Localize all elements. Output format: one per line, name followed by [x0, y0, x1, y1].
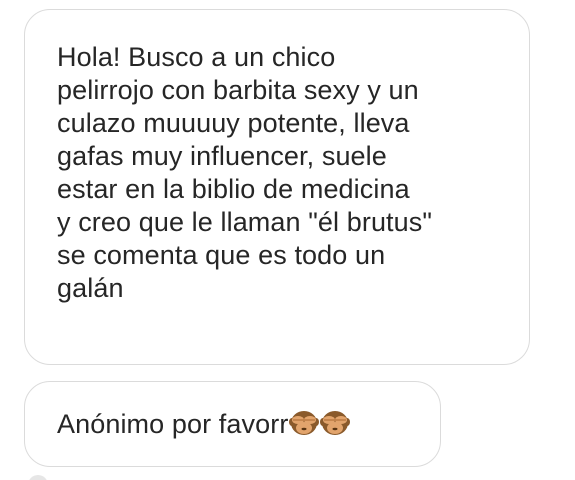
message-line: pelirrojo con barbita sexy y un [57, 75, 419, 105]
avatar[interactable] [28, 475, 48, 480]
message-line: se comenta que es todo un [57, 240, 386, 270]
message-line: Hola! Busco a un chico [57, 42, 336, 72]
see-no-evil-monkey-icon [320, 409, 351, 444]
message-line: galán [57, 273, 124, 303]
message-line: gafas muy influencer, suele [57, 141, 387, 171]
see-no-evil-monkey-icon [289, 409, 320, 444]
message-line: estar en la biblio de medicina [57, 174, 410, 204]
message-thread: Hola! Busco a un chico pelirrojo con bar… [0, 0, 575, 480]
message-bubble-received[interactable]: Hola! Busco a un chico pelirrojo con bar… [24, 9, 530, 365]
message-line: y creo que le llaman "él brutus" [57, 207, 433, 237]
message-text: Anónimo por favorr [57, 409, 289, 439]
message-bubble-received[interactable]: Anónimo por favorr [24, 381, 441, 467]
message-line: culazo muuuuy potente, lleva [57, 108, 410, 138]
